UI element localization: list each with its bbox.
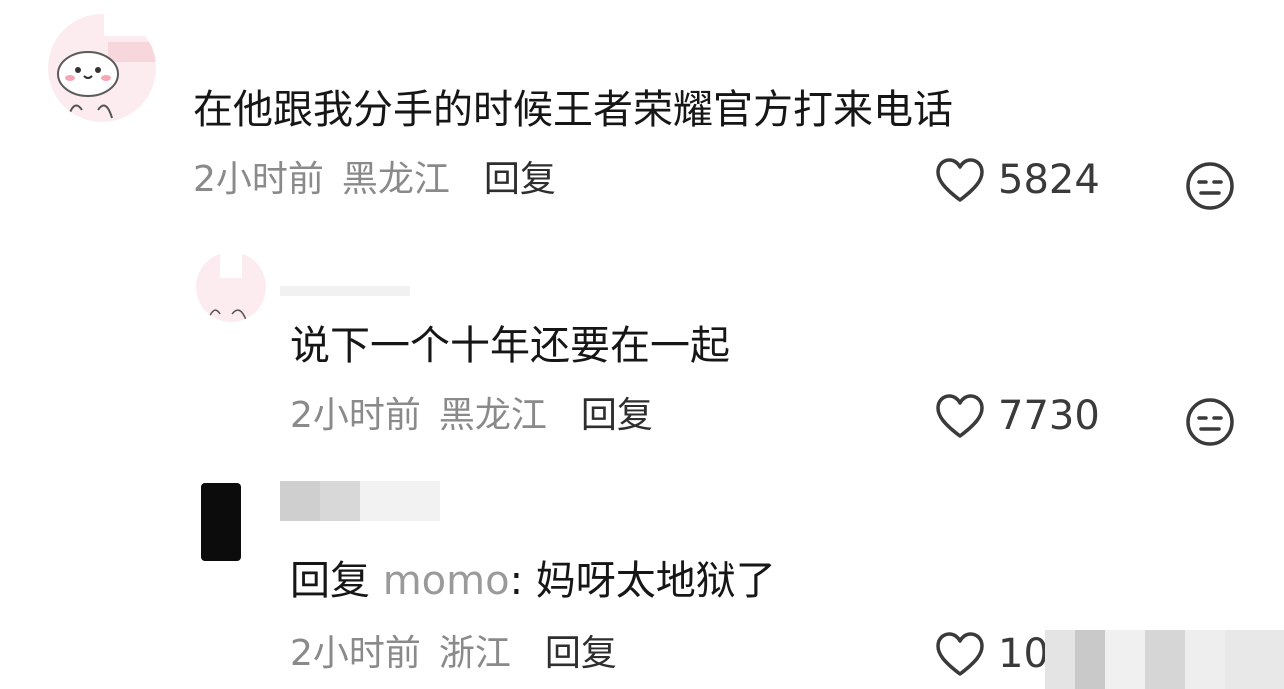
comment-meta: 2小时前 浙江 回复 bbox=[290, 632, 617, 676]
like-button[interactable]: 10 bbox=[934, 630, 1049, 678]
neutral-face-icon[interactable] bbox=[1184, 396, 1236, 448]
comment-location: 黑龙江 bbox=[438, 395, 547, 436]
like-button[interactable]: 7730 bbox=[934, 392, 1100, 440]
comment-meta: 2小时前 黑龙江 回复 bbox=[290, 394, 653, 438]
avatar[interactable] bbox=[201, 483, 241, 561]
comment-time: 2小时前 bbox=[193, 159, 324, 200]
heart-icon bbox=[936, 158, 984, 202]
cartoon-avatar-icon bbox=[57, 14, 156, 119]
comment-meta: 2小时前 黑龙江 回复 bbox=[193, 158, 556, 202]
reply-prefix: 回复 bbox=[290, 558, 370, 604]
comment-text: 回复 momo: 妈呀太地狱了 bbox=[290, 557, 776, 605]
avatar[interactable] bbox=[48, 14, 156, 122]
mosaic-watermark bbox=[1045, 630, 1284, 689]
comment-text: 在他跟我分手的时候王者荣耀官方打来电话 bbox=[193, 87, 953, 133]
reply-button[interactable]: 回复 bbox=[581, 394, 653, 438]
reply-button[interactable]: 回复 bbox=[545, 632, 617, 676]
like-button[interactable]: 5824 bbox=[934, 156, 1100, 204]
comment-thread: 在他跟我分手的时候王者荣耀官方打来电话 2小时前 黑龙江 回复 5824 说下一… bbox=[0, 0, 1284, 689]
mention-link[interactable]: momo bbox=[383, 558, 510, 604]
reply-content: : 妈呀太地狱了 bbox=[509, 558, 776, 604]
comment-location: 黑龙江 bbox=[341, 159, 450, 200]
username-blurred bbox=[280, 481, 440, 521]
cartoon-avatar-icon bbox=[207, 252, 247, 321]
avatar[interactable] bbox=[196, 252, 266, 322]
heart-icon bbox=[936, 632, 984, 676]
neutral-face-icon[interactable] bbox=[1184, 160, 1236, 212]
like-count: 7730 bbox=[998, 393, 1100, 439]
comment-text: 说下一个十年还要在一起 bbox=[290, 323, 730, 369]
username-blurred bbox=[280, 286, 410, 296]
comment-time: 2小时前 bbox=[290, 633, 421, 674]
heart-icon bbox=[936, 394, 984, 438]
reply-button[interactable]: 回复 bbox=[484, 158, 556, 202]
like-count: 10 bbox=[998, 631, 1049, 677]
comment-time: 2小时前 bbox=[290, 395, 421, 436]
comment-location: 浙江 bbox=[438, 633, 511, 674]
like-count: 5824 bbox=[998, 157, 1100, 203]
